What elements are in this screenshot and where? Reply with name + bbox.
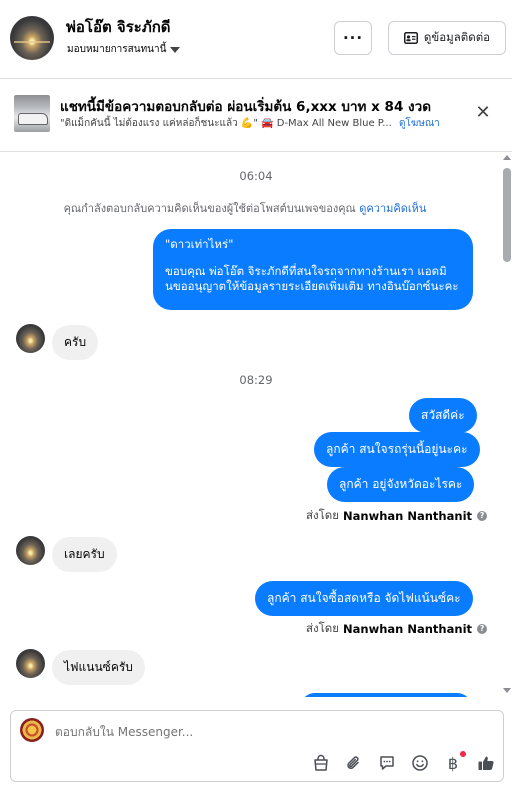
view-contact-button[interactable]: ดูข้อมูลติดต่อ: [388, 21, 506, 55]
sender-avatar[interactable]: [16, 324, 45, 353]
ad-title: แชทนี้มีข้อความตอบกลับต่อ ผ่อนเริ่มต้น 6…: [60, 99, 431, 115]
thread-header: พ่อโอ๊ต จิระภักดี มอบหมายการสนทนานี้ ···…: [0, 0, 512, 79]
sender-avatar[interactable]: [16, 649, 45, 678]
timestamp: 06:04: [239, 169, 273, 183]
messenger-inbox-thread: พ่อโอ๊ต จิระภักดี มอบหมายการสนทนานี้ ···…: [0, 0, 512, 786]
outgoing-message[interactable]: ลูกค้า สนใจซื้อสดหรือ จัดไฟแน้นซ์คะ: [255, 581, 473, 616]
page-avatar: [20, 718, 44, 742]
outgoing-message[interactable]: ลูกค้า อยู่จังหวัดอะไรคะ: [327, 467, 475, 502]
message-line: นขออนุญาตให้ข้อมูลรายระเอียดเพิ่มเติม ทา…: [165, 279, 459, 293]
ad-subtitle-row: "ดิแม็กคันนี้ ไม่ต้องแรง แค่หล่อก็ชนะแล้…: [60, 116, 440, 131]
outgoing-message[interactable]: สวัสดีค่ะ: [409, 398, 477, 433]
sent-by-label: ส่งโดย Nanwhan Nanthanit ?: [306, 620, 488, 638]
reply-input[interactable]: [55, 725, 455, 739]
outgoing-message-partial[interactable]: [300, 693, 472, 697]
view-ad-link[interactable]: ดูโฆษณา: [399, 118, 440, 129]
paperclip-icon[interactable]: [344, 753, 364, 773]
outgoing-message[interactable]: "ดาวเท่าไหร่" ขอบคุณ พ่อโอ๊ต จิระภักดีที…: [153, 229, 473, 310]
baht-symbol: ฿: [447, 753, 459, 773]
view-contact-label: ดูข้อมูลติดต่อ: [423, 30, 491, 44]
sender-avatar[interactable]: [16, 536, 45, 565]
ad-banner: แชทนี้มีข้อความตอบกลับต่อ ผ่อนเริ่มต้น 6…: [0, 80, 512, 152]
quoted-comment: "ดาวเท่าไหร่": [165, 237, 234, 251]
message-composer: ฿: [10, 710, 504, 782]
sent-by-prefix: ส่งโดย: [306, 508, 340, 522]
info-icon[interactable]: ?: [477, 624, 488, 634]
sender-name: Nanwhan Nanthanit: [343, 622, 473, 636]
composer-toolbar: ฿: [311, 751, 509, 773]
comment-reply-notice: คุณกำลังตอบกลับความคิดเห็นของผู้ใช้ต่อโพ…: [0, 199, 490, 217]
view-comment-link[interactable]: ดูความคิดเห็น: [359, 202, 426, 215]
ad-subtitle: "ดิแม็กคันนี้ ไม่ต้องแรง แค่หล่อก็ชนะแล้…: [60, 118, 392, 129]
assign-conversation-dropdown[interactable]: มอบหมายการสนทนานี้: [67, 42, 181, 57]
contact-card-icon: [403, 32, 418, 44]
sent-by-prefix: ส่งโดย: [306, 621, 340, 635]
close-icon[interactable]: ✕: [474, 104, 492, 122]
smiley-icon[interactable]: [410, 753, 430, 773]
ad-thumbnail[interactable]: [14, 95, 50, 132]
message-line: ขอบคุณ พ่อโอ๊ต จิระภักดีที่สนใจรถจากทางร…: [165, 264, 447, 278]
baht-icon[interactable]: ฿: [443, 751, 466, 773]
scrollbar-thumb[interactable]: [503, 168, 511, 262]
timestamp: 08:29: [239, 373, 273, 387]
scroll-down-arrow-icon[interactable]: [503, 688, 511, 693]
incoming-message[interactable]: ไฟแนนซ์ครับ: [52, 650, 145, 685]
incoming-message[interactable]: ครับ: [52, 325, 99, 360]
speech-bubble-icon[interactable]: [377, 753, 397, 773]
bag-icon[interactable]: [311, 753, 331, 773]
notice-text: คุณกำลังตอบกลับความคิดเห็นของผู้ใช้ต่อโพ…: [63, 202, 356, 215]
sender-name: Nanwhan Nanthanit: [343, 509, 473, 523]
message-list: 06:04 คุณกำลังตอบกลับความคิดเห็นของผู้ใช…: [0, 153, 512, 697]
more-options-button[interactable]: ···: [334, 21, 372, 55]
info-icon[interactable]: ?: [477, 511, 488, 521]
thumbs-up-icon[interactable]: [476, 753, 496, 773]
notification-dot: [460, 751, 466, 757]
outgoing-message[interactable]: ลูกค้า สนใจรถรุ่นนี้อยู่นะคะ: [314, 432, 480, 467]
scroll-up-arrow-icon[interactable]: [503, 155, 511, 160]
assign-label: มอบหมายการสนทนานี้: [67, 44, 167, 55]
caret-down-icon: [170, 46, 181, 53]
incoming-message[interactable]: เลยครับ: [52, 537, 117, 572]
sent-by-label: ส่งโดย Nanwhan Nanthanit ?: [306, 507, 488, 525]
contact-avatar[interactable]: [10, 16, 54, 60]
contact-name[interactable]: พ่อโอ๊ต จิระภักดี: [66, 15, 171, 39]
